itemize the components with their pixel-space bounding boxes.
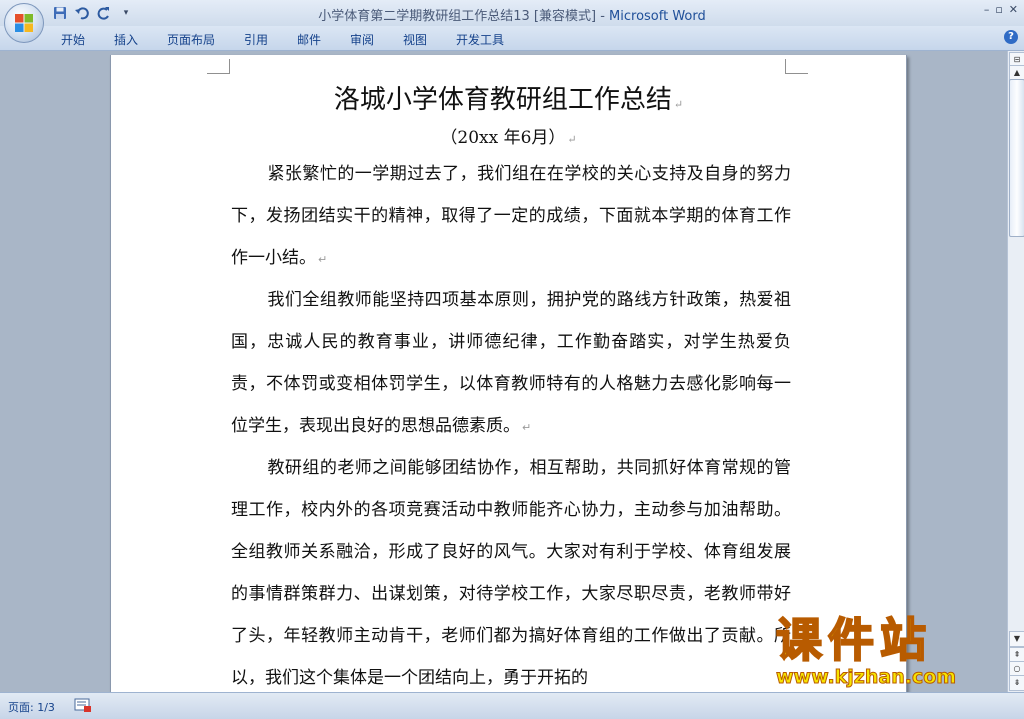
proofing-icon[interactable]	[74, 697, 92, 713]
crop-mark-top-right	[785, 59, 808, 74]
document-area: 洛城小学体育教研组工作总结 ↵ （20xx 年6月） ↵ 紧张繁忙的一学期过去了，我…	[0, 51, 1007, 692]
tab-page-layout[interactable]: 页面布局	[167, 31, 215, 48]
office-logo-icon	[15, 14, 33, 32]
paragraph-3-text: 教研组的老师之间能够团结协作，相互帮助，共同抓好体育常规的管理工作，校内外的各项…	[231, 458, 791, 688]
tab-home[interactable]: 开始	[61, 31, 85, 48]
vertical-scrollbar[interactable]: ⊟ ▲ ▼ ⇞ ○ ⇟	[1007, 51, 1024, 692]
help-icon[interactable]: ?	[1004, 30, 1018, 44]
tab-mailings[interactable]: 邮件	[297, 31, 321, 48]
title-bar: ▾ 小学体育第二学期教研组工作总结13 [兼容模式] - Microsoft W…	[0, 0, 1024, 26]
document-page[interactable]: 洛城小学体育教研组工作总结 ↵ （20xx 年6月） ↵ 紧张繁忙的一学期过去了，我…	[110, 55, 907, 692]
paragraph-2: 我们全组教师能坚持四项基本原则，拥护党的路线方针政策，热爱祖国，忠诚人民的教育事…	[231, 279, 791, 449]
paragraph-2-text: 我们全组教师能坚持四项基本原则，拥护党的路线方针政策，热爱祖国，忠诚人民的教育事…	[231, 290, 791, 436]
watermark-logo: 课件站 www.kjzhan.com	[775, 613, 957, 689]
watermark-main-text: 课件站	[775, 613, 932, 667]
window-controls: – ▫ ✕	[984, 3, 1018, 16]
tab-review[interactable]: 审阅	[350, 31, 374, 48]
tab-insert[interactable]: 插入	[114, 31, 138, 48]
window-title: 小学体育第二学期教研组工作总结13 [兼容模式] - Microsoft Wor…	[0, 5, 1024, 24]
paragraph-1-text: 紧张繁忙的一学期过去了，我们组在在学校的关心支持及自身的努力下，发扬团结实干的精…	[231, 164, 791, 268]
status-bar: 页面: 1/3	[0, 692, 1024, 719]
paragraph-3: 教研组的老师之间能够团结协作，相互帮助，共同抓好体育常规的管理工作，校内外的各项…	[231, 447, 791, 692]
restore-icon[interactable]: ▫	[995, 3, 1002, 16]
ribbon-tab-row: 开始 插入 页面布局 引用 邮件 审阅 视图 开发工具 ?	[0, 26, 1024, 51]
tab-developer[interactable]: 开发工具	[456, 31, 504, 48]
tab-references[interactable]: 引用	[244, 31, 268, 48]
page-count[interactable]: 页面: 1/3	[8, 699, 55, 715]
tab-view[interactable]: 视图	[403, 31, 427, 48]
paragraph-mark: ↵	[522, 421, 532, 434]
close-icon[interactable]: ✕	[1009, 3, 1018, 16]
minimize-icon[interactable]: –	[984, 3, 990, 16]
document-title-text: 洛城小学体育教研组工作总结	[333, 85, 672, 115]
paragraph-mark: ↵	[567, 133, 577, 146]
paragraph-1: 紧张繁忙的一学期过去了，我们组在在学校的关心支持及自身的努力下，发扬团结实干的精…	[231, 153, 791, 281]
document-date: （20xx 年6月） ↵	[111, 123, 906, 148]
watermark-url-text: www.kjzhan.com	[775, 666, 957, 689]
next-page-icon[interactable]: ⇟	[1009, 675, 1024, 691]
paragraph-mark: ↵	[318, 253, 328, 266]
scroll-thumb[interactable]	[1009, 79, 1024, 237]
paragraph-mark: ↵	[673, 98, 684, 111]
office-button[interactable]	[4, 3, 44, 43]
document-date-text: （20xx 年6月）	[440, 128, 566, 148]
crop-mark-top-left	[207, 59, 230, 74]
title-separator: -	[596, 9, 610, 24]
document-name: 小学体育第二学期教研组工作总结13 [兼容模式]	[318, 9, 597, 24]
scroll-down-icon[interactable]: ▼	[1009, 631, 1024, 647]
document-title: 洛城小学体育教研组工作总结 ↵	[111, 79, 906, 116]
app-name: Microsoft Word	[609, 9, 706, 24]
